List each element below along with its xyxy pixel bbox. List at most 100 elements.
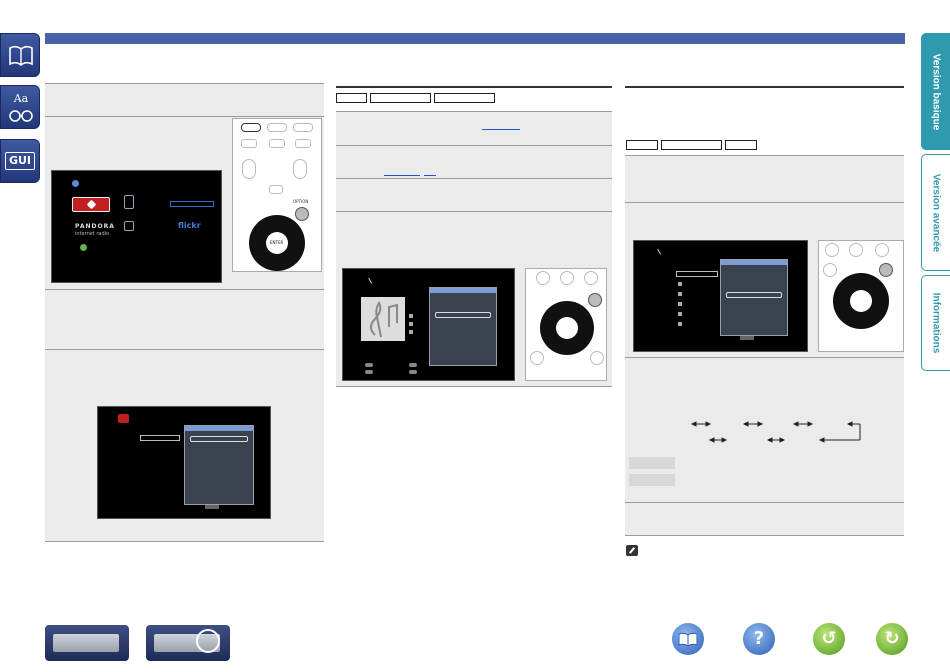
book-icon[interactable] <box>672 623 704 655</box>
remote-button <box>560 271 574 285</box>
help-icon[interactable]: ? <box>743 623 775 655</box>
list-item[interactable] <box>140 445 170 451</box>
tab-version-basique[interactable]: Version basique <box>921 33 950 150</box>
option-menu-header <box>430 288 496 293</box>
folder-icon <box>678 292 682 296</box>
status-icon <box>409 322 413 326</box>
pen-icon <box>652 248 662 258</box>
remote-button <box>823 263 837 277</box>
internet-radio-label: internet radio <box>75 231 110 237</box>
remote-button <box>849 243 863 257</box>
control-icon <box>409 363 417 367</box>
dpad: ENTER <box>249 215 305 271</box>
remote-button <box>269 139 285 148</box>
media-server-icon <box>124 221 134 231</box>
option-label: OPTION <box>293 199 309 204</box>
folder-icon <box>678 302 682 306</box>
list-item[interactable] <box>140 435 180 441</box>
remote-button <box>267 123 287 132</box>
remote-button <box>269 185 283 194</box>
album-art <box>361 297 405 341</box>
pandora-logo[interactable]: PANDORA <box>75 223 115 230</box>
option-button <box>588 293 602 307</box>
option-menu-selection[interactable] <box>190 436 248 442</box>
remote-illustration: OPTION ENTER <box>232 118 322 272</box>
option-menu <box>184 425 254 505</box>
front-panel-icon[interactable] <box>45 625 129 661</box>
source-tag <box>661 140 722 150</box>
gui-label: GUI <box>5 152 35 170</box>
step-panel-1 <box>45 84 324 116</box>
flickr-logo[interactable]: flickr <box>178 221 201 230</box>
option-button <box>879 263 893 277</box>
remote-button <box>590 351 604 365</box>
online-music-screen: PANDORA internet radio flickr <box>51 170 222 283</box>
source-tag <box>725 140 757 150</box>
globe-icon <box>72 180 79 187</box>
spotify-icon[interactable] <box>80 244 87 251</box>
channel-rocker <box>293 159 307 179</box>
mode-cycle-diagram <box>690 421 861 443</box>
step-panel-9 <box>625 156 904 202</box>
search-icon <box>124 195 134 209</box>
mode-label <box>629 457 675 469</box>
volume-rocker <box>242 159 256 179</box>
folder-icon <box>678 322 682 326</box>
enter-label: ENTER <box>270 240 284 245</box>
note-pencil-icon <box>626 545 638 556</box>
tab-label: Version avancée <box>930 173 942 252</box>
glossary-icon[interactable]: Aa <box>0 85 40 129</box>
tab-informations[interactable]: Informations <box>921 275 950 371</box>
remote-button <box>875 243 889 257</box>
remote-button <box>241 123 261 132</box>
control-icon <box>365 370 373 374</box>
option-menu <box>720 259 788 336</box>
favorites-icon <box>118 414 129 423</box>
source-tag <box>434 93 495 103</box>
list-item[interactable] <box>676 271 718 277</box>
back-icon[interactable]: ↺ <box>813 623 845 655</box>
dpad <box>833 273 889 329</box>
remote-button <box>536 271 550 285</box>
page-link[interactable] <box>384 175 420 176</box>
radio-service-logo[interactable] <box>170 201 214 207</box>
gui-icon[interactable]: GUI <box>0 139 40 183</box>
heart-icon <box>86 199 97 210</box>
option-menu-selection[interactable] <box>435 312 491 318</box>
remote-illustration <box>525 268 607 381</box>
control-icon <box>365 363 373 367</box>
favorites-item[interactable] <box>72 197 110 212</box>
forward-icon[interactable]: ↻ <box>876 623 908 655</box>
page-link[interactable] <box>424 175 436 176</box>
option-menu-header <box>721 260 787 265</box>
folder-icon <box>678 312 682 316</box>
now-playing-screen <box>342 268 515 381</box>
step-panel-12 <box>625 503 904 535</box>
enter-button <box>556 317 578 339</box>
remote-button <box>825 243 839 257</box>
option-menu-selection[interactable] <box>726 292 782 298</box>
remote-button <box>241 139 257 148</box>
divider <box>45 541 324 542</box>
remote-button <box>293 123 313 132</box>
zoom-icon <box>196 629 220 653</box>
source-tag <box>370 93 431 103</box>
page-link[interactable] <box>482 129 520 130</box>
remote-illustration <box>818 240 904 352</box>
option-footer <box>740 336 754 340</box>
source-tag <box>336 93 367 103</box>
dpad <box>540 301 594 355</box>
option-button <box>295 207 309 221</box>
step-panel-7 <box>336 179 612 211</box>
rear-panel-icon[interactable] <box>146 625 230 661</box>
source-tag <box>626 140 658 150</box>
control-icon <box>409 370 417 374</box>
tab-version-avancee[interactable]: Version avancée <box>921 154 950 271</box>
divider <box>336 386 612 387</box>
media-list-screen <box>633 240 808 352</box>
book-icon[interactable] <box>0 33 40 77</box>
top-accent-bar <box>45 33 905 44</box>
section-rule <box>625 86 904 88</box>
step-panel-3 <box>45 290 324 349</box>
mode-label <box>629 474 675 486</box>
